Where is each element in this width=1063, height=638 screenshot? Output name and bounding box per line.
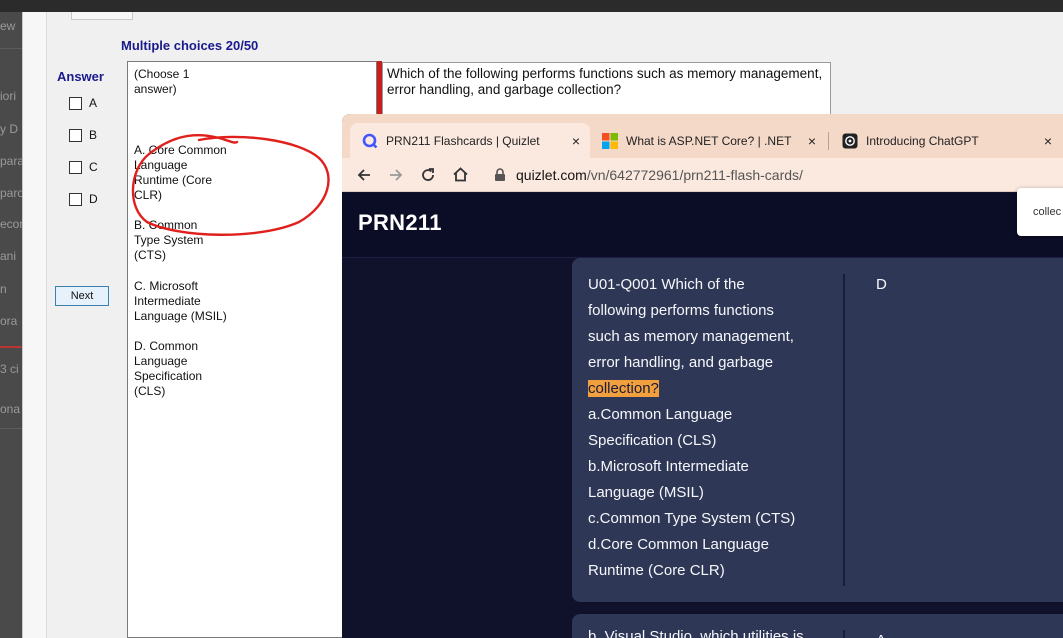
top-strip <box>0 0 1063 12</box>
url-path: /vn/642772961/prn211-flash-cards/ <box>586 167 803 183</box>
tab-title: PRN211 Flashcards | Quizlet <box>386 133 540 148</box>
background-text: para <box>0 154 22 168</box>
exam-left-margin <box>23 12 47 638</box>
reload-icon[interactable] <box>420 167 436 183</box>
next-button[interactable]: Next <box>55 286 109 306</box>
checkbox-label: D <box>89 192 98 206</box>
answer-label: Answer <box>57 69 104 84</box>
background-text: ew <box>0 19 16 33</box>
url-domain: quizlet.com <box>516 167 587 183</box>
card-definition: D <box>876 276 887 293</box>
answer-line: b.Microsoft Intermediate <box>588 458 749 475</box>
microsoft-icon <box>602 132 618 149</box>
background-text: 3 ci <box>0 362 19 376</box>
search-highlight: collection? <box>588 380 659 397</box>
quizlet-icon <box>362 133 378 148</box>
background-text: ora <box>0 314 18 328</box>
question-panel: Which of the following performs function… <box>382 62 831 118</box>
tab-chatgpt[interactable]: Introducing ChatGPT × <box>830 123 1063 158</box>
checkbox[interactable] <box>69 96 82 110</box>
card-divider <box>843 630 845 638</box>
checkbox[interactable] <box>69 128 82 142</box>
background-text: ecor <box>0 217 22 231</box>
answer-line: d.Core Common Language <box>588 536 769 553</box>
term-line: U01-Q001 Which of the <box>588 276 745 293</box>
answer-line: Specification (CLS) <box>588 432 717 449</box>
tab-title: What is ASP.NET Core? | .NET <box>626 133 792 148</box>
url-field[interactable]: quizlet.com/vn/642772961/prn211-flash-ca… <box>516 167 803 183</box>
term-line: error handling, and garbage <box>588 354 774 371</box>
question-text: Which of the following performs function… <box>387 66 823 97</box>
popup-text: collec <box>1033 206 1062 218</box>
answer-option-c[interactable]: C <box>69 159 98 175</box>
openai-icon <box>842 133 858 148</box>
back-icon[interactable] <box>356 167 372 183</box>
answer-line: c.Common Type System (CTS) <box>588 510 796 527</box>
card-term: U01-Q001 Which of the following performs… <box>588 272 818 584</box>
close-icon[interactable]: × <box>808 133 816 149</box>
background-text: n <box>0 282 7 296</box>
background-text: y D <box>0 122 18 136</box>
screen: ew iori y D para paro ecor ani n ora 3 c… <box>0 0 1063 638</box>
background-text: paro <box>0 186 22 200</box>
quizlet-header <box>342 193 1063 257</box>
answer-option-b[interactable]: B <box>69 127 97 143</box>
answer-line: Language (MSIL) <box>588 484 704 501</box>
card-divider <box>843 274 845 586</box>
option-b-text: B. Common Type System (CTS) <box>134 218 204 262</box>
tab-strip: PRN211 Flashcards | Quizlet × What is AS… <box>342 114 1063 158</box>
background-text: iori <box>0 89 17 103</box>
popup-box[interactable]: collec <box>1017 188 1063 236</box>
tab-quizlet[interactable]: PRN211 Flashcards | Quizlet × <box>350 123 590 158</box>
flashcard-next[interactable]: b. Visual Studio, which utilities is A <box>572 614 1063 638</box>
card-definition: A <box>876 628 886 638</box>
checkbox[interactable] <box>69 160 82 174</box>
checkbox-label: A <box>89 96 98 110</box>
checkbox[interactable] <box>69 192 82 206</box>
background-text: ona <box>0 402 21 416</box>
answer-line: Runtime (Core CLR) <box>588 562 725 579</box>
progress-title: Multiple choices 20/50 <box>121 38 259 53</box>
term-line: following performs functions <box>588 302 774 319</box>
divider <box>0 428 22 429</box>
checkbox-label: C <box>89 160 98 174</box>
close-icon[interactable]: × <box>572 133 580 149</box>
tab-title: Introducing ChatGPT <box>866 133 979 148</box>
lock-icon[interactable] <box>494 168 506 182</box>
forward-icon[interactable] <box>388 167 404 183</box>
options-panel: (Choose 1 answer) A. Core Common Languag… <box>127 61 377 638</box>
card-term: b. Visual Studio, which utilities is <box>588 628 804 638</box>
set-title: PRN211 <box>358 210 442 235</box>
background-text: ani <box>0 249 17 263</box>
divider <box>0 346 22 348</box>
background-app: ew iori y D para paro ecor ani n ora 3 c… <box>0 12 22 638</box>
flashcard[interactable]: U01-Q001 Which of the following performs… <box>572 258 1063 602</box>
browser-window: PRN211 Flashcards | Quizlet × What is AS… <box>342 114 1063 638</box>
tab-aspnet[interactable]: What is ASP.NET Core? | .NET × <box>590 123 826 158</box>
home-icon[interactable] <box>452 166 469 183</box>
checkbox-label: B <box>89 128 98 142</box>
choose-hint: (Choose 1 answer) <box>134 67 190 96</box>
divider <box>0 48 22 49</box>
term-line: such as memory management, <box>588 328 794 345</box>
option-a-text: A. Core Common Language Runtime (Core CL… <box>134 143 227 202</box>
answer-line: a.Common Language <box>588 406 733 423</box>
exam-tab[interactable] <box>71 12 133 20</box>
close-icon[interactable]: × <box>1044 133 1052 149</box>
option-d-text: D. Common Language Specification (CLS) <box>134 339 203 398</box>
answer-option-a[interactable]: A <box>69 95 97 111</box>
address-bar: quizlet.com/vn/642772961/prn211-flash-ca… <box>342 158 1063 192</box>
tab-separator <box>828 132 829 150</box>
answer-option-d[interactable]: D <box>69 191 98 207</box>
option-c-text: C. Microsoft Intermediate Language (MSIL… <box>134 279 227 323</box>
